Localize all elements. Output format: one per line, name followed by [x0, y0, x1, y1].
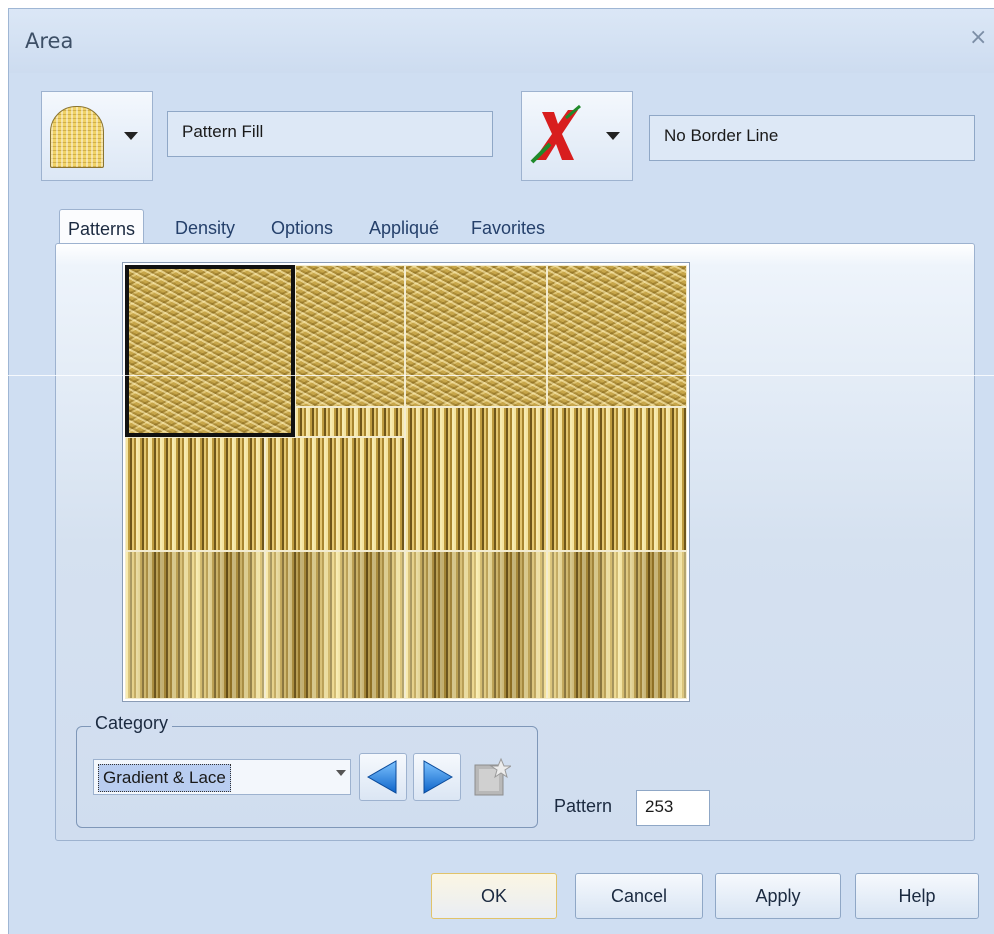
dialog-title: Area [25, 29, 74, 53]
pattern-number-input[interactable]: 253 [636, 790, 710, 826]
no-border-x-icon [530, 104, 581, 164]
ok-button[interactable]: OK [431, 873, 557, 919]
arrow-left-icon [366, 760, 397, 794]
pattern-swatch[interactable] [405, 407, 547, 551]
next-category-button[interactable] [413, 753, 461, 801]
pattern-swatch-selected[interactable] [125, 265, 295, 437]
pattern-grid [122, 262, 690, 702]
arrow-right-icon [423, 760, 454, 794]
cancel-button[interactable]: Cancel [575, 873, 703, 919]
pattern-swatch[interactable] [547, 265, 687, 407]
chevron-down-icon [606, 132, 620, 140]
pattern-swatch[interactable] [125, 437, 265, 551]
pattern-swatch[interactable] [295, 265, 405, 407]
category-legend: Category [91, 713, 173, 734]
help-button[interactable]: Help [855, 873, 979, 919]
close-icon[interactable]: × [969, 25, 987, 50]
border-type-field: No Border Line [649, 115, 975, 161]
pattern-fill-icon [50, 106, 104, 168]
pattern-swatch[interactable] [295, 407, 405, 437]
chevron-down-icon [124, 132, 138, 140]
add-favorite-button[interactable] [471, 757, 513, 799]
pattern-swatch[interactable] [547, 551, 687, 699]
fill-type-field: Pattern Fill [167, 111, 493, 157]
apply-button[interactable]: Apply [715, 873, 841, 919]
category-select[interactable]: Gradient & Lace [93, 759, 351, 795]
divider [0, 375, 994, 376]
pattern-swatch[interactable] [265, 551, 405, 699]
favorite-star-icon [474, 757, 513, 796]
area-dialog: Area × Pattern Fill No Border Line Patte… [8, 8, 994, 934]
category-group: Category Gradient & Lace [76, 713, 538, 828]
title-bar: Area × [9, 9, 994, 73]
pattern-swatch[interactable] [405, 551, 547, 699]
pattern-swatch[interactable] [265, 437, 405, 551]
chevron-down-icon [336, 770, 346, 776]
border-type-button[interactable] [521, 91, 633, 181]
previous-category-button[interactable] [359, 753, 407, 801]
patterns-panel: Category Gradient & Lace Pattern 253 [55, 243, 975, 841]
pattern-number-label: Pattern [554, 796, 613, 816]
pattern-swatch[interactable] [405, 265, 547, 407]
fill-type-button[interactable] [41, 91, 153, 181]
pattern-swatch[interactable] [125, 551, 265, 699]
pattern-swatch[interactable] [547, 407, 687, 551]
category-selected-value: Gradient & Lace [98, 764, 231, 792]
